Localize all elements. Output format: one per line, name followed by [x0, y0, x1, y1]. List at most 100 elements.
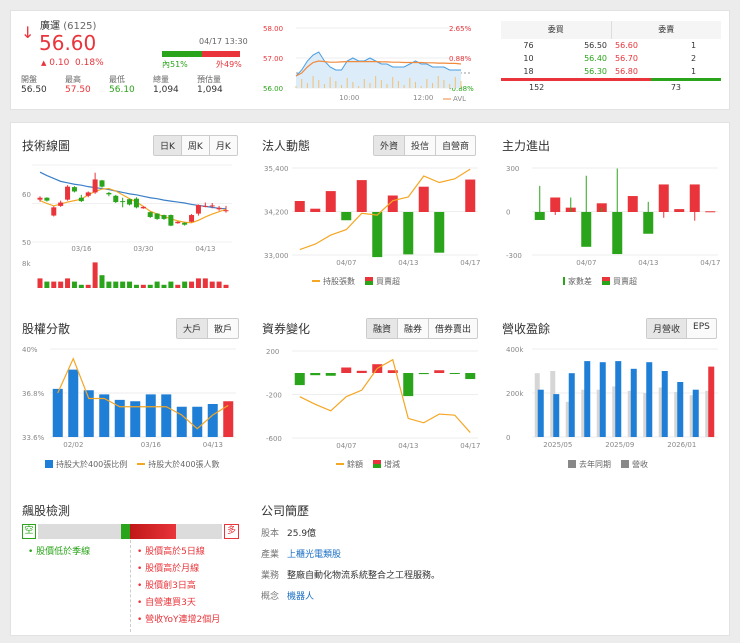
volume-bar	[195, 278, 201, 288]
tech-chart: 60 50 03/16 03/30 04/13 8k	[22, 164, 232, 288]
tab-dist-1[interactable]: 散戶	[207, 319, 238, 338]
price-area	[296, 52, 461, 88]
y-label: 56.00	[263, 85, 283, 93]
candle	[113, 195, 119, 203]
signal-text: 股價高於5日線	[145, 547, 205, 557]
tab-tech-2[interactable]: 月K	[208, 136, 237, 155]
x-label: 2025/05	[543, 441, 572, 449]
revenue-bar	[537, 389, 544, 437]
price-change-pct: 0.18%	[75, 58, 104, 68]
tab-dist-0[interactable]: 大戶	[177, 319, 208, 338]
ask-volume: 2	[690, 54, 697, 63]
profile-label: 產業	[261, 550, 280, 560]
tech-tabs: 日K 周K 月K	[153, 135, 238, 156]
tab-tech-0[interactable]: 日K	[154, 136, 181, 155]
profile-value: 整廠自動化物流系統整合之工程服務。	[287, 571, 441, 581]
volume-bar	[51, 281, 57, 288]
revenue-bar	[599, 362, 606, 437]
profile-value[interactable]: 上櫃光電類股	[287, 550, 341, 560]
profile-label: 業務	[261, 571, 280, 581]
volume-bar	[120, 281, 126, 288]
candle	[65, 186, 71, 200]
net-bar	[403, 212, 414, 255]
volume-bar	[65, 278, 71, 288]
revenue-bar	[630, 368, 637, 437]
stat-label: 預估量	[197, 75, 221, 84]
inner-outer-bar	[162, 51, 240, 57]
margin-legend: 餘額 增減	[336, 459, 400, 470]
margin-chart: 200 -200 -600 04/07 04/13 04/17	[266, 348, 480, 450]
y-label: 36.8%	[22, 390, 45, 398]
tab-margin-1[interactable]: 融券	[397, 319, 428, 338]
signal-text: 營收YoY連增2個月	[145, 615, 221, 625]
bull-signals: • 股價高於5日線 • 股價高於月線 • 股價創3日高 • 自營連買3天 • 營收YoY…	[137, 544, 220, 629]
y-label: 400k	[506, 346, 524, 354]
candle	[168, 215, 174, 226]
inner-pct: 內51%	[162, 60, 188, 69]
ask-header: 委賣	[658, 25, 675, 34]
x-label: 12:00	[413, 94, 433, 102]
bid-volume: 10	[523, 54, 534, 63]
signal-text: 股價高於月線	[145, 564, 200, 574]
net-bar	[294, 373, 305, 386]
net-bar	[434, 212, 445, 253]
stat-label: 最高	[65, 75, 81, 84]
profile-label: 概念	[261, 592, 280, 602]
ask-total: 73	[670, 83, 681, 92]
tab-inst-1[interactable]: 投信	[404, 136, 435, 155]
dist-title: 股權分散	[22, 322, 71, 336]
x-label: 10:00	[339, 94, 359, 102]
legend-net-buy: 買賣超	[613, 277, 637, 286]
tab-margin-0[interactable]: 融資	[367, 319, 398, 338]
company-profile: 股本 25.9億 產業 上櫃光電類股 業務 整廠自動化物流系統整合之工程服務。 概念 機器人	[261, 524, 440, 608]
net-bar	[449, 373, 460, 374]
stat-1: 最高 57.50	[65, 74, 109, 95]
candle	[85, 192, 91, 196]
volume-bar	[161, 284, 167, 288]
candle	[175, 221, 181, 224]
intraday-chart: 58.00 2.65%57.00 0.88%56.00 -0.88%10:00 12:0…	[263, 25, 474, 103]
revenue-bar	[677, 382, 684, 437]
y-label: 34,200	[264, 209, 289, 217]
volume-bar	[85, 284, 91, 288]
x-label: 04/13	[195, 245, 215, 253]
net-bar	[627, 196, 638, 212]
net-bar	[325, 191, 336, 212]
margin-tabs: 融資 融券 借券賣出	[366, 318, 479, 339]
y-label-pct: 2.65%	[449, 25, 472, 33]
revenue-bar	[708, 366, 715, 437]
volume-bar	[175, 284, 181, 288]
dist-legend: 持股大於400張比例 持股大於400張人數	[45, 459, 220, 470]
candle	[58, 202, 64, 206]
stat-0: 開盤 56.50	[21, 74, 65, 95]
tab-tech-1[interactable]: 周K	[180, 136, 209, 155]
volume-bar	[58, 281, 64, 288]
candle	[209, 205, 215, 207]
legend-avl: AVL	[453, 95, 466, 103]
stat-label: 總量	[153, 75, 169, 84]
tab-margin-2[interactable]: 借券賣出	[428, 319, 477, 338]
ratio-bar	[68, 369, 79, 437]
revenue-chart: 400k 200k 0 2025/05 2025/09 2026/01	[506, 346, 718, 449]
bull-bear-meter: 空 多	[22, 524, 240, 539]
legend-ratio: 持股大於400張比例	[56, 460, 128, 469]
net-bar	[465, 373, 476, 380]
tab-inst-0[interactable]: 外資	[374, 136, 405, 155]
y-label: 0	[506, 209, 510, 217]
bull-signal-item: • 營收YoY連增2個月	[137, 615, 221, 625]
volume-bar	[154, 281, 160, 288]
profile-value[interactable]: 機器人	[287, 592, 314, 602]
tab-rev-1[interactable]: EPS	[686, 319, 716, 338]
tab-rev-0[interactable]: 月營收	[647, 319, 687, 338]
price-change: 0.10	[49, 58, 70, 68]
ask-volume: 1	[690, 41, 697, 50]
net-bar	[612, 212, 623, 255]
volume-bar	[140, 284, 146, 288]
inst-title: 法人動態	[262, 139, 311, 153]
x-label: 2026/01	[667, 441, 696, 449]
ratio-bar	[192, 406, 203, 437]
bid-price: 56.30	[584, 67, 607, 76]
candle	[127, 199, 133, 205]
tab-inst-2[interactable]: 自營商	[435, 136, 475, 155]
volume-bar	[147, 284, 153, 288]
